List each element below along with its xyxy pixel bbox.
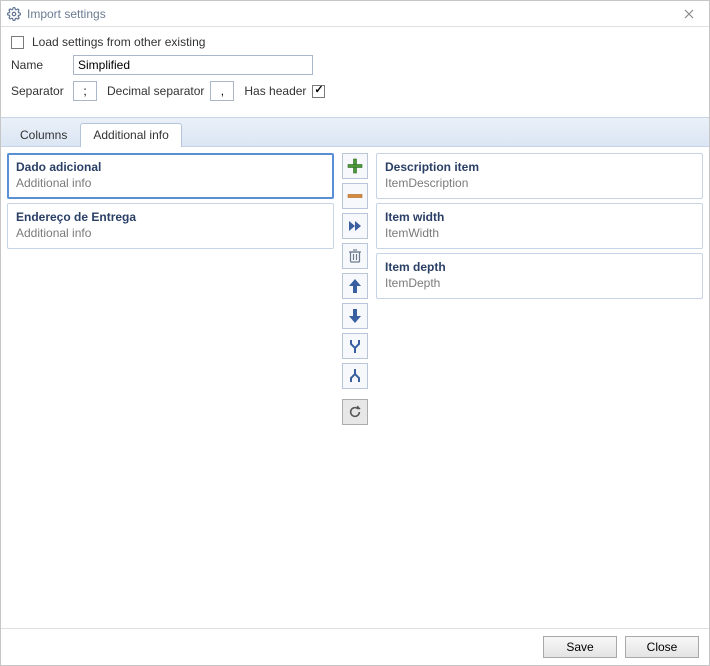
merge-icon (347, 338, 363, 354)
tab-columns[interactable]: Columns (7, 123, 80, 147)
right-list: Description item ItemDescription Item wi… (376, 153, 703, 622)
plus-icon (347, 158, 363, 174)
close-icon[interactable] (675, 4, 703, 24)
move-up-button[interactable] (342, 273, 368, 299)
titlebar: Import settings (1, 1, 709, 27)
item-title: Dado adicional (16, 160, 325, 174)
decimal-separator-label: Decimal separator (107, 84, 204, 98)
item-subtitle: Additional info (16, 226, 325, 240)
arrow-up-icon (348, 278, 362, 294)
dialog-title: Import settings (27, 7, 675, 21)
content-area: Dado adicional Additional info Endereço … (1, 147, 709, 629)
arrow-down-icon (348, 308, 362, 324)
item-subtitle: ItemWidth (385, 226, 694, 240)
save-button[interactable]: Save (543, 636, 617, 658)
refresh-icon (348, 405, 362, 419)
item-subtitle: ItemDescription (385, 176, 694, 190)
list-item[interactable]: Item width ItemWidth (376, 203, 703, 249)
name-label: Name (11, 58, 67, 72)
list-item[interactable]: Endereço de Entrega Additional info (7, 203, 334, 249)
trash-icon (348, 248, 362, 264)
tab-label: Columns (20, 128, 67, 142)
move-all-right-button[interactable] (342, 213, 368, 239)
decimal-separator-input[interactable] (210, 81, 234, 101)
form-area: Load settings from other existing Name S… (1, 27, 709, 117)
has-header-label: Has header (244, 84, 306, 98)
tab-additional-info[interactable]: Additional info (80, 123, 181, 147)
remove-button[interactable] (342, 183, 368, 209)
center-toolbar (340, 153, 370, 622)
item-subtitle: ItemDepth (385, 276, 694, 290)
separator-input[interactable] (73, 81, 97, 101)
minus-icon (347, 188, 363, 204)
close-button[interactable]: Close (625, 636, 699, 658)
refresh-button[interactable] (342, 399, 368, 425)
has-header-checkbox[interactable] (312, 85, 325, 98)
footer: Save Close (1, 629, 709, 665)
split-button[interactable] (342, 363, 368, 389)
add-button[interactable] (342, 153, 368, 179)
item-title: Endereço de Entrega (16, 210, 325, 224)
list-item[interactable]: Dado adicional Additional info (7, 153, 334, 199)
move-down-button[interactable] (342, 303, 368, 329)
separator-label: Separator (11, 84, 67, 98)
double-right-icon (347, 218, 363, 234)
gear-icon (7, 7, 21, 21)
load-from-existing-checkbox[interactable] (11, 36, 24, 49)
item-title: Item width (385, 210, 694, 224)
merge-button[interactable] (342, 333, 368, 359)
left-list: Dado adicional Additional info Endereço … (7, 153, 334, 622)
item-subtitle: Additional info (16, 176, 325, 190)
item-title: Description item (385, 160, 694, 174)
split-icon (347, 368, 363, 384)
load-from-existing-label: Load settings from other existing (32, 35, 205, 49)
tab-label: Additional info (93, 128, 168, 142)
dialog-window: Import settings Load settings from other… (0, 0, 710, 666)
list-item[interactable]: Description item ItemDescription (376, 153, 703, 199)
list-item[interactable]: Item depth ItemDepth (376, 253, 703, 299)
tabstrip: Columns Additional info (1, 117, 709, 147)
item-title: Item depth (385, 260, 694, 274)
name-input[interactable] (73, 55, 313, 75)
delete-button[interactable] (342, 243, 368, 269)
